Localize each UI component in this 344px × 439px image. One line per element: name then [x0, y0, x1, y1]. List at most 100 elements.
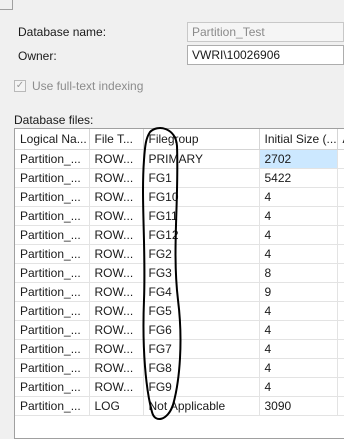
- cell-autogrowth[interactable]: [337, 377, 344, 397]
- cell-initial-size[interactable]: 4: [259, 358, 338, 378]
- cell-logical-name[interactable]: Partition_...: [15, 225, 90, 245]
- table-row[interactable]: Partition_... ROW... FG4 9: [15, 282, 344, 302]
- cell-logical-name[interactable]: Partition_...: [15, 187, 90, 207]
- cell-filegroup[interactable]: PRIMARY: [143, 149, 260, 169]
- database-name-field[interactable]: Partition_Test: [187, 22, 344, 42]
- cell-filegroup[interactable]: FG12: [143, 225, 260, 245]
- cell-autogrowth[interactable]: [337, 168, 344, 188]
- cell-file-type[interactable]: LOG: [89, 396, 144, 416]
- cell-initial-size[interactable]: 4: [259, 339, 338, 359]
- cell-initial-size[interactable]: 4: [259, 225, 338, 245]
- cell-initial-size[interactable]: 9: [259, 282, 338, 302]
- cell-filegroup[interactable]: FG5: [143, 301, 260, 321]
- cell-filegroup[interactable]: FG3: [143, 263, 260, 283]
- cell-autogrowth[interactable]: [337, 206, 344, 226]
- cell-initial-size[interactable]: 5422: [259, 168, 338, 188]
- cell-file-type[interactable]: ROW...: [89, 225, 144, 245]
- cell-logical-name[interactable]: Partition_...: [15, 358, 90, 378]
- cell-logical-name[interactable]: Partition_...: [15, 149, 90, 169]
- cell-logical-name[interactable]: Partition_...: [15, 263, 90, 283]
- fulltext-checkbox[interactable]: ✓: [14, 80, 26, 92]
- cell-file-type[interactable]: ROW...: [89, 320, 144, 340]
- table-row[interactable]: Partition_... ROW... FG2 4: [15, 244, 344, 264]
- cell-filegroup[interactable]: FG8: [143, 358, 260, 378]
- cell-file-type[interactable]: ROW...: [89, 187, 144, 207]
- table-row[interactable]: Partition_... ROW... FG9 4: [15, 377, 344, 397]
- cell-autogrowth[interactable]: [337, 320, 344, 340]
- table-row[interactable]: Partition_... LOG Not Applicable 3090: [15, 396, 344, 416]
- cell-initial-size[interactable]: 4: [259, 187, 338, 207]
- cell-filegroup[interactable]: Not Applicable: [143, 396, 260, 416]
- cell-filegroup[interactable]: FG1: [143, 168, 260, 188]
- cell-initial-size[interactable]: 3090: [259, 396, 338, 416]
- cell-initial-size[interactable]: 4: [259, 301, 338, 321]
- checkmark-icon: ✓: [15, 80, 25, 91]
- cell-autogrowth[interactable]: [337, 149, 344, 169]
- database-name-label: Database name:: [18, 25, 107, 39]
- cell-initial-size-selected[interactable]: 2702: [259, 149, 338, 169]
- cell-autogrowth[interactable]: [337, 339, 344, 359]
- table-row[interactable]: Partition_... ROW... FG11 4: [15, 206, 344, 226]
- cell-autogrowth[interactable]: [337, 187, 344, 207]
- cell-file-type[interactable]: ROW...: [89, 168, 144, 188]
- cell-autogrowth[interactable]: [337, 282, 344, 302]
- cell-initial-size[interactable]: 8: [259, 263, 338, 283]
- cell-file-type[interactable]: ROW...: [89, 358, 144, 378]
- files-table: Logical Na... File T... Filegroup Initia…: [15, 129, 344, 416]
- table-row[interactable]: Partition_... ROW... FG1 5422: [15, 168, 344, 188]
- cell-filegroup[interactable]: FG4: [143, 282, 260, 302]
- cell-autogrowth[interactable]: [337, 244, 344, 264]
- cell-logical-name[interactable]: Partition_...: [15, 168, 90, 188]
- cell-logical-name[interactable]: Partition_...: [15, 244, 90, 264]
- column-header-autogrowth[interactable]: A: [337, 129, 344, 150]
- table-row[interactable]: Partition_... ROW... PRIMARY 2702: [15, 149, 344, 169]
- cell-initial-size[interactable]: 4: [259, 320, 338, 340]
- cell-file-type[interactable]: ROW...: [89, 244, 144, 264]
- fulltext-label: Use full-text indexing: [32, 79, 144, 93]
- cell-filegroup[interactable]: FG2: [143, 244, 260, 264]
- cell-filegroup[interactable]: FG11: [143, 206, 260, 226]
- cell-file-type[interactable]: ROW...: [89, 282, 144, 302]
- cell-filegroup[interactable]: FG9: [143, 377, 260, 397]
- cell-logical-name[interactable]: Partition_...: [15, 396, 90, 416]
- cell-initial-size[interactable]: 4: [259, 206, 338, 226]
- column-header-logical-name[interactable]: Logical Na...: [15, 129, 90, 150]
- owner-label: Owner:: [18, 49, 57, 63]
- cell-logical-name[interactable]: Partition_...: [15, 206, 90, 226]
- database-files-grid[interactable]: Logical Na... File T... Filegroup Initia…: [14, 128, 344, 439]
- cell-filegroup[interactable]: FG6: [143, 320, 260, 340]
- cell-initial-size[interactable]: 4: [259, 377, 338, 397]
- cell-filegroup[interactable]: FG10: [143, 187, 260, 207]
- cell-logical-name[interactable]: Partition_...: [15, 320, 90, 340]
- cell-file-type[interactable]: ROW...: [89, 339, 144, 359]
- table-row[interactable]: Partition_... ROW... FG5 4: [15, 301, 344, 321]
- table-row[interactable]: Partition_... ROW... FG7 4: [15, 339, 344, 359]
- cell-file-type[interactable]: ROW...: [89, 301, 144, 321]
- cell-filegroup[interactable]: FG7: [143, 339, 260, 359]
- table-row[interactable]: Partition_... ROW... FG3 8: [15, 263, 344, 283]
- table-row[interactable]: Partition_... ROW... FG10 4: [15, 187, 344, 207]
- cell-autogrowth[interactable]: [337, 263, 344, 283]
- cell-logical-name[interactable]: Partition_...: [15, 301, 90, 321]
- cell-file-type[interactable]: ROW...: [89, 149, 144, 169]
- column-header-initial-size[interactable]: Initial Size (...: [259, 129, 338, 150]
- cell-initial-size[interactable]: 4: [259, 244, 338, 264]
- column-header-file-type[interactable]: File T...: [89, 129, 144, 150]
- cell-autogrowth[interactable]: [337, 396, 344, 416]
- owner-field[interactable]: VWRI\10026906: [187, 45, 344, 65]
- cell-autogrowth[interactable]: [337, 358, 344, 378]
- table-row[interactable]: Partition_... ROW... FG8 4: [15, 358, 344, 378]
- cell-logical-name[interactable]: Partition_...: [15, 377, 90, 397]
- column-header-filegroup[interactable]: Filegroup: [143, 129, 260, 150]
- window-corner: [0, 0, 13, 10]
- fulltext-option[interactable]: ✓ Use full-text indexing: [14, 79, 143, 93]
- cell-file-type[interactable]: ROW...: [89, 206, 144, 226]
- cell-logical-name[interactable]: Partition_...: [15, 282, 90, 302]
- cell-file-type[interactable]: ROW...: [89, 377, 144, 397]
- table-row[interactable]: Partition_... ROW... FG12 4: [15, 225, 344, 245]
- cell-file-type[interactable]: ROW...: [89, 263, 144, 283]
- cell-autogrowth[interactable]: [337, 301, 344, 321]
- cell-autogrowth[interactable]: [337, 225, 344, 245]
- cell-logical-name[interactable]: Partition_...: [15, 339, 90, 359]
- table-row[interactable]: Partition_... ROW... FG6 4: [15, 320, 344, 340]
